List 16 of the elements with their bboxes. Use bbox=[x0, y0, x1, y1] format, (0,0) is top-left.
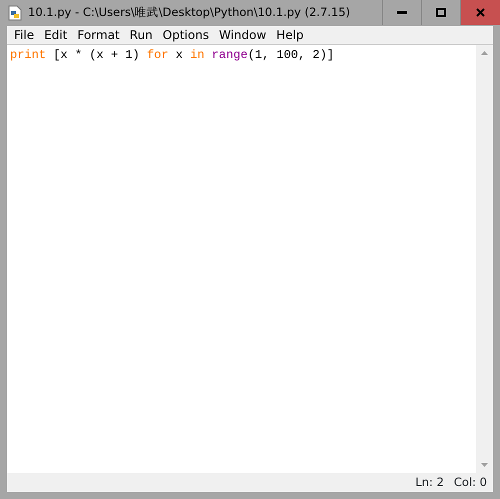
menu-item[interactable]: Edit bbox=[39, 26, 72, 44]
menu-item[interactable]: Format bbox=[72, 26, 125, 44]
menu-item[interactable]: File bbox=[9, 26, 40, 44]
menu-item[interactable]: Help bbox=[271, 26, 309, 44]
menu-item[interactable]: Window bbox=[214, 26, 272, 44]
status-text: Ln: 2 bbox=[415, 474, 444, 491]
minimize-icon bbox=[397, 11, 407, 14]
close-button[interactable] bbox=[460, 0, 500, 25]
menu-item[interactable]: Run bbox=[124, 26, 158, 44]
window-title: 10.1.py - C:\Users\唯武\Desktop\Python\10.1.py (2.7.15) bbox=[28, 4, 350, 22]
close-icon bbox=[476, 8, 485, 17]
maximize-icon bbox=[436, 8, 446, 17]
status-text: Col: 0 bbox=[454, 474, 487, 491]
code-line: print [x * (x + 1) for x in range(1, 100, 2)] bbox=[9, 47, 336, 64]
menu-item[interactable]: Options bbox=[158, 26, 214, 44]
python-file-icon bbox=[8, 5, 22, 21]
